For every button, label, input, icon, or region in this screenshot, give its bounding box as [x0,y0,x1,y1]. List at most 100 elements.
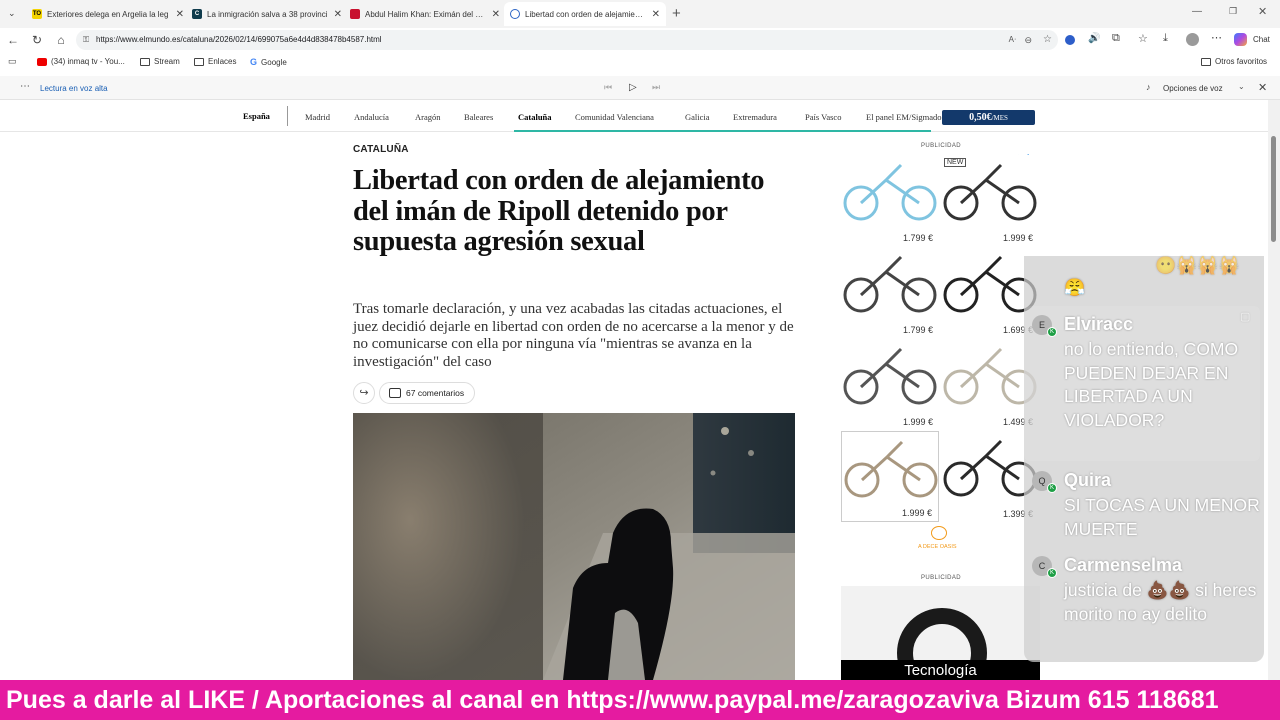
voice-options-icon[interactable]: ♪ [1146,82,1151,92]
nav-item-andalucia[interactable]: Andalucía [354,112,389,122]
brand-logo-icon [931,526,947,540]
bookmark-google[interactable]: G Google [250,57,287,67]
nav-item-galicia[interactable]: Galicia [685,112,710,122]
chat-username: Carmenselma [1064,555,1183,575]
chat-username: Elviracc [1064,314,1134,334]
close-icon[interactable]: ✕ [1258,81,1267,94]
tab-4-active[interactable]: Libertad con orden de alejamiento ✕ [504,2,666,26]
nav-item-baleares[interactable]: Baleares [464,112,493,122]
pin-icon[interactable]: ▢ [1240,310,1250,323]
youtube-icon [37,57,47,66]
close-window-icon[interactable]: ✕ [1258,5,1267,18]
nav-item-cataluna[interactable]: Cataluña [518,112,552,122]
next-icon[interactable]: ⏭ [652,82,660,93]
minimize-icon[interactable]: — [1192,6,1202,17]
close-icon[interactable]: ✕ [652,9,660,20]
play-icon[interactable]: ▷ [629,82,637,93]
comment-icon [389,388,401,398]
refresh-icon[interactable]: ↻ [29,32,45,48]
comments-count: 67 comentarios [406,388,465,398]
nav-item-comunidad-valenciana[interactable]: Comunidad Valenciana [575,112,654,122]
nav-item-pais-vasco[interactable]: País Vasco [805,112,841,122]
tab-1[interactable]: TO Exteriores delega en Argelia la leg ✕ [32,4,184,24]
ad-product[interactable]: 1.999 € [841,339,939,430]
speaker-icon[interactable]: 🔊 [1088,33,1100,44]
nav-divider [287,106,288,126]
tab-favicon: TO [32,9,42,19]
article-kicker[interactable]: CATALUÑA [353,144,409,155]
tab-2[interactable]: C La inmigración salva a 38 provinci ✕ [192,4,342,24]
nav-item-extremadura[interactable]: Extremadura [733,112,777,122]
bookmark-stream[interactable]: Stream [140,57,180,66]
tab-list-chevron-icon[interactable]: ⌄ [8,8,16,19]
chat-text: SI TOCAS A UN MENOR MUERTE [1064,495,1260,539]
new-tab-icon[interactable]: + [672,5,681,22]
close-icon[interactable]: ✕ [492,9,500,20]
url-text: https://www.elmundo.es/cataluna/2026/02/… [96,35,382,44]
address-bar[interactable]: ⚿ https://www.elmundo.es/cataluna/2026/0… [76,30,1058,50]
share-button[interactable]: ↪ [353,382,375,404]
ad-label: PUBLICIDAD [921,143,962,149]
copilot-icon[interactable] [1234,33,1247,46]
scrollbar-thumb[interactable] [1271,136,1276,242]
section-nav: España Madrid Andalucía Aragón Baleares … [0,100,1268,132]
other-favorites[interactable]: Otros favoritos [1201,57,1267,66]
comments-button[interactable]: 67 comentarios [379,382,475,404]
tab-3[interactable]: Abdul Halim Khan: Eximán del est ✕ [350,4,500,24]
reader-icon[interactable]: ⊖ [1024,30,1032,50]
back-icon[interactable]: ← [5,32,21,48]
ad-banner[interactable]: Tecnología [841,586,1040,680]
previous-icon[interactable]: ⏮ [604,82,612,93]
verified-badge-icon: K [1047,327,1057,337]
read-aloud-icon[interactable]: Aᐧ [1009,30,1016,50]
tab-favicon [350,9,360,19]
nav-item-madrid[interactable]: Madrid [305,112,330,122]
voice-options-button[interactable]: Opciones de voz [1163,84,1223,93]
bookmark-label: (34) inmaq tv - You... [51,57,125,66]
ad-product[interactable]: 1.799 € [841,247,939,338]
more-dots-icon[interactable]: ⋯ [20,81,30,92]
nav-item-espana[interactable]: España [243,111,270,121]
extension-icon[interactable] [1065,35,1075,45]
article-photo[interactable] [353,413,795,680]
bookmark-label: Stream [154,57,180,66]
bookmark-youtube[interactable]: (34) inmaq tv - You... [37,57,125,66]
tab-title: Abdul Halim Khan: Eximán del est [365,9,486,19]
ad-product[interactable]: 1.999 € [841,431,939,522]
emoji-reactions: 😶🙀🙀🙀 [1155,256,1240,275]
article-headline: Libertad con orden de alejamiento del im… [353,165,765,257]
favorite-star-icon[interactable]: ☆ [1043,30,1052,50]
bike-image [843,347,937,405]
chat-button[interactable]: Chat [1253,35,1270,44]
bookmark-enlaces[interactable]: Enlaces [194,57,236,66]
close-icon[interactable]: ✕ [176,9,184,20]
extensions-puzzle-icon[interactable]: ⧉ [1112,32,1120,45]
emoji-reaction: 😤 [1064,278,1086,297]
product-price: 1.799 € [902,325,933,335]
home-icon[interactable]: ⌂ [53,32,69,48]
site-info-icon[interactable]: ⚿ [83,30,89,50]
read-aloud-bar: ⋯ Lectura en voz alta ⏮ ▷ ⏭ ♪ Opciones d… [0,76,1280,100]
chevron-down-icon[interactable]: ⌄ [1238,82,1245,91]
tab-strip: ⌄ TO Exteriores delega en Argelia la leg… [0,0,1280,28]
close-icon[interactable]: ✕ [334,9,342,20]
download-icon[interactable]: ⤓ [1163,32,1168,45]
maximize-icon[interactable]: ❐ [1229,6,1237,17]
collections-icon[interactable]: ☆ [1138,32,1148,45]
profile-avatar[interactable] [1186,33,1199,46]
globe-icon [510,9,520,19]
product-price: 1.999 € [1002,233,1033,243]
ad-product[interactable]: NEW 1.999 € [941,155,1039,246]
tab-title: Libertad con orden de alejamiento [525,9,646,19]
ad-product[interactable]: 1.799 € [841,155,939,246]
ad-label: PUBLICIDAD [921,575,962,581]
subscribe-button[interactable]: 0,50€/MES [942,110,1035,125]
other-favorites-label: Otros favoritos [1215,57,1268,66]
nav-item-panel[interactable]: El panel EM/Sigmado [866,112,942,122]
scrollbar[interactable] [1268,100,1280,680]
nav-item-aragon[interactable]: Aragón [415,112,441,122]
bike-image [844,440,938,498]
more-menu-icon[interactable]: ⋯ [1211,31,1222,44]
favorites-icon[interactable]: ▭ [8,56,17,67]
article-lede: Tras tomarle declaración, y una vez acab… [353,301,794,370]
